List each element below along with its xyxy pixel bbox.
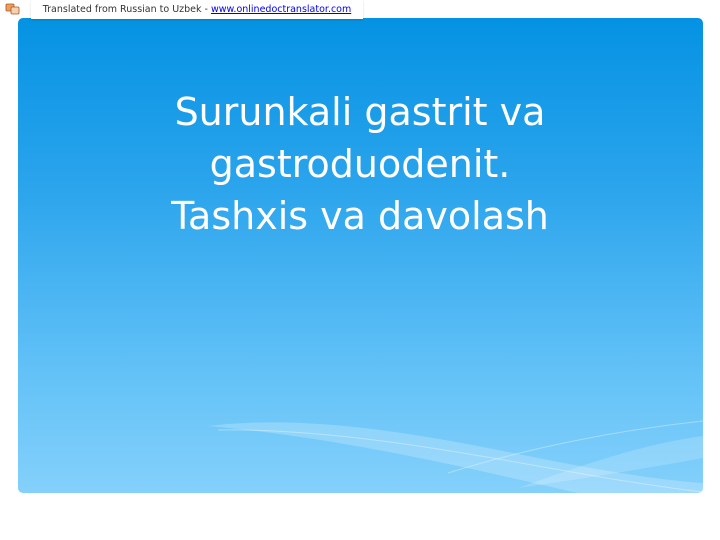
slide-title: Surunkali gastrit va gastroduodenit. Tas… bbox=[110, 86, 610, 242]
title-line: gastroduodenit. bbox=[209, 142, 511, 186]
translator-link[interactable]: www.onlinedoctranslator.com bbox=[211, 4, 351, 15]
translator-logo-icon bbox=[5, 3, 20, 15]
title-line: Surunkali gastrit va bbox=[174, 90, 546, 134]
title-line: Tashxis va davolash bbox=[171, 194, 549, 238]
page: Translated from Russian to Uzbek - www.o… bbox=[0, 0, 720, 540]
slide: Surunkali gastrit va gastroduodenit. Tas… bbox=[18, 18, 703, 493]
banner-text: Translated from Russian to Uzbek - bbox=[42, 4, 211, 15]
translation-banner: Translated from Russian to Uzbek - www.o… bbox=[31, 0, 363, 19]
